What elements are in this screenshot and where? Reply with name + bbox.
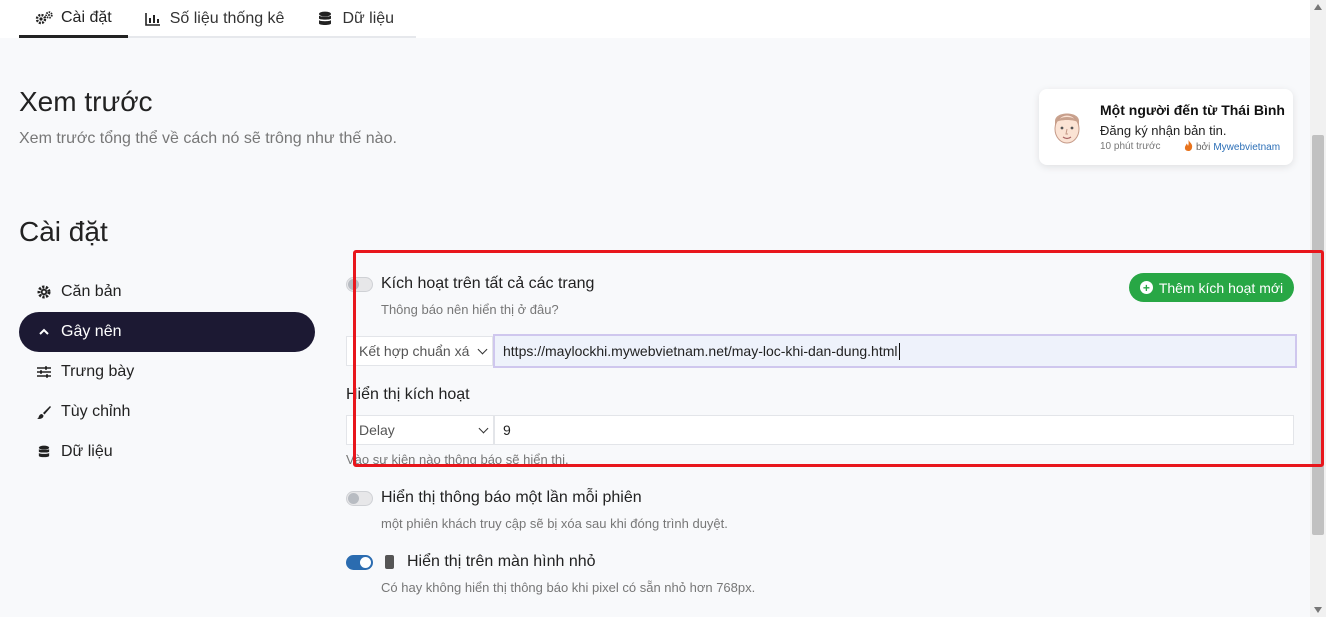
- scroll-thumb[interactable]: [1312, 135, 1324, 535]
- sliders-icon: [37, 365, 51, 379]
- sidebar-item-data[interactable]: Dữ liệu: [19, 432, 315, 472]
- tab-label: Cài đặt: [61, 8, 112, 26]
- trigger-url-value: https://maylockhi.mywebvietnam.net/may-l…: [503, 343, 898, 359]
- display-trigger-value: Delay: [359, 422, 395, 438]
- notification-branding[interactable]: bởi Mywebvietnam: [1184, 140, 1280, 154]
- bar-chart-icon: [144, 11, 162, 27]
- display-trigger-input[interactable]: 9: [494, 415, 1294, 445]
- chevron-down-icon: [477, 344, 488, 355]
- sidebar-item-label: Trưng bày: [61, 363, 135, 380]
- top-tab-bar: Cài đặt Số liệu thống kê Dữ liệu: [0, 0, 1310, 38]
- sidebar-item-label: Tùy chỉnh: [61, 403, 131, 420]
- gears-icon: [35, 10, 53, 26]
- activate-all-toggle[interactable]: [346, 277, 373, 292]
- once-per-session-label: Hiển thị thông báo một lần mỗi phiên: [381, 489, 642, 506]
- fire-icon: [1184, 140, 1193, 154]
- plus-circle-icon: +: [1139, 281, 1153, 294]
- show-on-mobile-help: Có hay không hiển thị thông báo khi pixe…: [381, 580, 756, 595]
- display-trigger-help: Vào sự kiện nào thông báo sẽ hiển thị.: [346, 452, 569, 467]
- scroll-up-arrow-icon[interactable]: [1314, 4, 1322, 10]
- sidebar-item-customize[interactable]: Tùy chỉnh: [19, 392, 315, 432]
- sidebar-item-trigger[interactable]: Gây nên: [19, 312, 315, 352]
- show-on-mobile-label: Hiển thị trên màn hình nhỏ: [407, 553, 596, 570]
- once-per-session-help: một phiên khách truy cập sẽ bị xóa sau k…: [381, 516, 728, 531]
- activate-all-help: Thông báo nên hiển thị ở đâu?: [381, 302, 559, 317]
- trigger-url-input[interactable]: https://maylockhi.mywebvietnam.net/may-l…: [493, 334, 1297, 368]
- notification-preview: Một người đến từ Thái Bình Đăng ký nhận …: [1039, 89, 1293, 165]
- avatar-face-icon: [1049, 107, 1085, 147]
- display-trigger-select[interactable]: Delay: [346, 415, 494, 445]
- settings-title: Cài đặt: [19, 216, 108, 247]
- sidebar-item-display[interactable]: Trưng bày: [19, 352, 315, 392]
- notification-time: 10 phút trước: [1100, 141, 1161, 152]
- tabs: Cài đặt Số liệu thống kê Dữ liệu: [19, 0, 416, 38]
- add-trigger-button[interactable]: + Thêm kích hoạt mới: [1129, 273, 1294, 302]
- trigger-type-select[interactable]: Kết hợp chuẩn xá: [346, 336, 493, 366]
- gear-icon: [37, 285, 51, 299]
- sidebar-item-basic[interactable]: Căn bản: [19, 272, 315, 312]
- notification-title: Một người đến từ Thái Bình: [1100, 102, 1285, 118]
- preview-title: Xem trước: [19, 86, 153, 117]
- page-scrollbar[interactable]: [1310, 0, 1326, 617]
- preview-subtitle: Xem trước tổng thể về cách nó sẽ trông n…: [19, 130, 397, 147]
- notification-description: Đăng ký nhận bản tin.: [1100, 123, 1227, 138]
- mobile-phone-icon: [385, 555, 394, 569]
- branding-name: Mywebvietnam: [1213, 141, 1281, 153]
- sidebar-item-label: Gây nên: [61, 323, 122, 340]
- tab-label: Dữ liệu: [342, 10, 395, 27]
- tab-label: Số liệu thống kê: [169, 10, 285, 27]
- trigger-type-value: Kết hợp chuẩn xá: [359, 343, 470, 359]
- tab-data[interactable]: Dữ liệu: [300, 0, 410, 38]
- show-on-mobile-toggle[interactable]: [346, 555, 373, 570]
- add-trigger-label: Thêm kích hoạt mới: [1158, 279, 1284, 296]
- settings-sidebar: Căn bản Gây nên Trưng bày Tùy chỉnh Dữ l…: [19, 272, 315, 472]
- database-icon: [316, 11, 334, 27]
- tab-statistics[interactable]: Số liệu thống kê: [128, 0, 301, 38]
- text-caret: [898, 342, 900, 360]
- chevron-up-icon: [37, 325, 51, 339]
- display-trigger-input-value: 9: [503, 422, 511, 438]
- sidebar-item-label: Căn bản: [61, 283, 122, 300]
- activate-all-label: Kích hoạt trên tất cả các trang: [381, 275, 595, 292]
- tab-settings[interactable]: Cài đặt: [19, 0, 128, 38]
- branding-prefix: bởi: [1196, 141, 1211, 153]
- once-per-session-toggle[interactable]: [346, 491, 373, 506]
- scroll-down-arrow-icon[interactable]: [1314, 607, 1322, 613]
- brush-icon: [37, 405, 51, 419]
- database-icon: [37, 445, 51, 459]
- chevron-down-icon: [478, 423, 489, 434]
- sidebar-item-label: Dữ liệu: [61, 443, 113, 460]
- display-trigger-label: Hiển thị kích hoạt: [346, 386, 470, 403]
